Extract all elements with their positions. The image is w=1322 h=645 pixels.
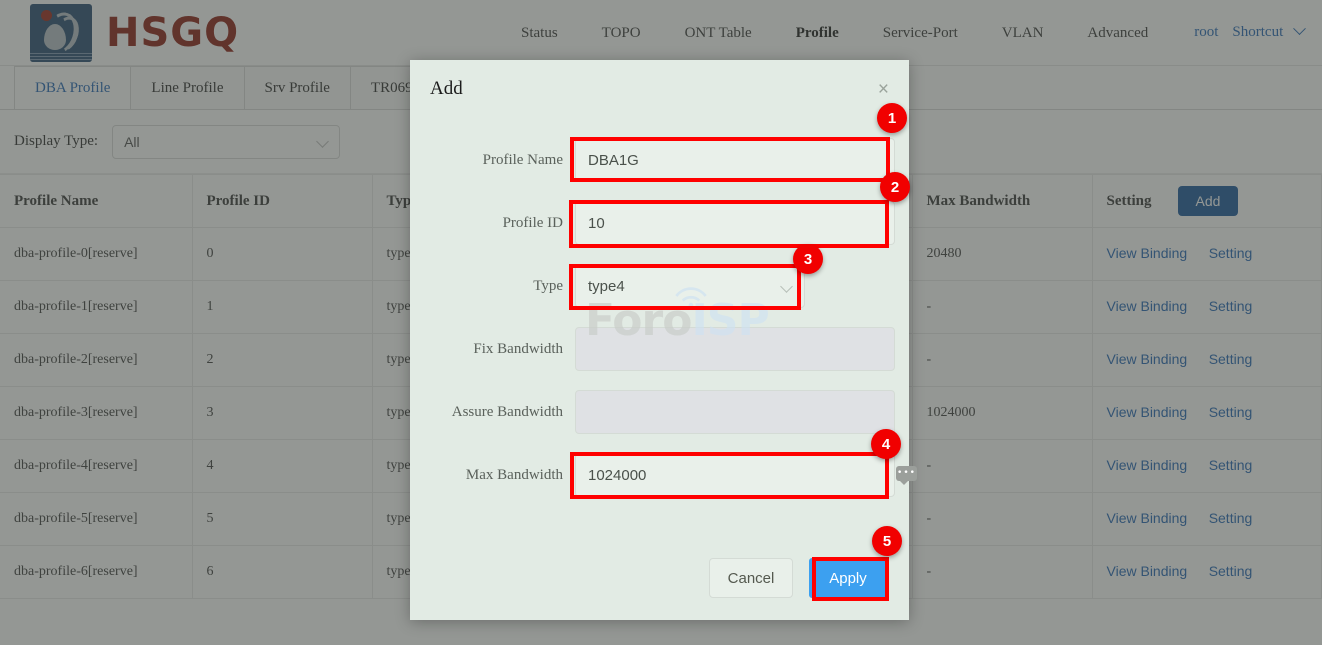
field-row-profile-name: Profile Name DBA1G <box>410 138 909 182</box>
step-badge-4: 4 <box>871 429 901 459</box>
label-profile-id: Profile ID <box>502 214 563 231</box>
label-assure-bandwidth: Assure Bandwidth <box>451 403 563 420</box>
step-badge-1: 1 <box>877 103 907 133</box>
label-type: Type <box>533 277 563 294</box>
profile-id-input[interactable]: 10 <box>575 201 895 245</box>
profile-name-input[interactable]: DBA1G <box>575 138 895 182</box>
field-row-profile-id: Profile ID 10 <box>410 201 909 245</box>
close-icon[interactable]: × <box>878 80 889 99</box>
dialog-title: Add <box>430 78 463 99</box>
field-row-max-bandwidth: Max Bandwidth 1024000 <box>410 453 909 497</box>
tooltip-dots: ••• <box>897 468 916 478</box>
profile-id-value: 10 <box>588 214 605 232</box>
type-select[interactable]: type4 <box>575 264 805 308</box>
field-row-type: Type type4 <box>410 264 909 308</box>
label-fix-bandwidth: Fix Bandwidth <box>473 340 563 357</box>
label-profile-name: Profile Name <box>482 151 563 168</box>
cancel-button[interactable]: Cancel <box>709 558 793 598</box>
fix-bandwidth-input[interactable] <box>575 327 895 371</box>
step-badge-5: 5 <box>872 526 902 556</box>
field-row-assure-bandwidth: Assure Bandwidth <box>410 390 909 434</box>
apply-button[interactable]: Apply <box>809 558 887 598</box>
add-dba-profile-dialog: Add × Profile Name DBA1G Profile ID 10 T… <box>410 60 909 620</box>
label-max-bandwidth: Max Bandwidth <box>465 466 563 483</box>
step-badge-3: 3 <box>793 244 823 274</box>
max-bandwidth-input[interactable]: 1024000 <box>575 453 895 497</box>
assure-bandwidth-input[interactable] <box>575 390 895 434</box>
max-bandwidth-value: 1024000 <box>588 466 647 484</box>
chevron-down-icon <box>780 280 793 293</box>
step-badge-2: 2 <box>880 172 910 202</box>
dialog-actions: Cancel Apply <box>709 558 887 598</box>
field-row-fix-bandwidth: Fix Bandwidth <box>410 327 909 371</box>
comment-tooltip-icon[interactable]: ••• <box>896 466 917 485</box>
profile-name-value: DBA1G <box>588 151 639 169</box>
type-value: type4 <box>588 277 625 295</box>
